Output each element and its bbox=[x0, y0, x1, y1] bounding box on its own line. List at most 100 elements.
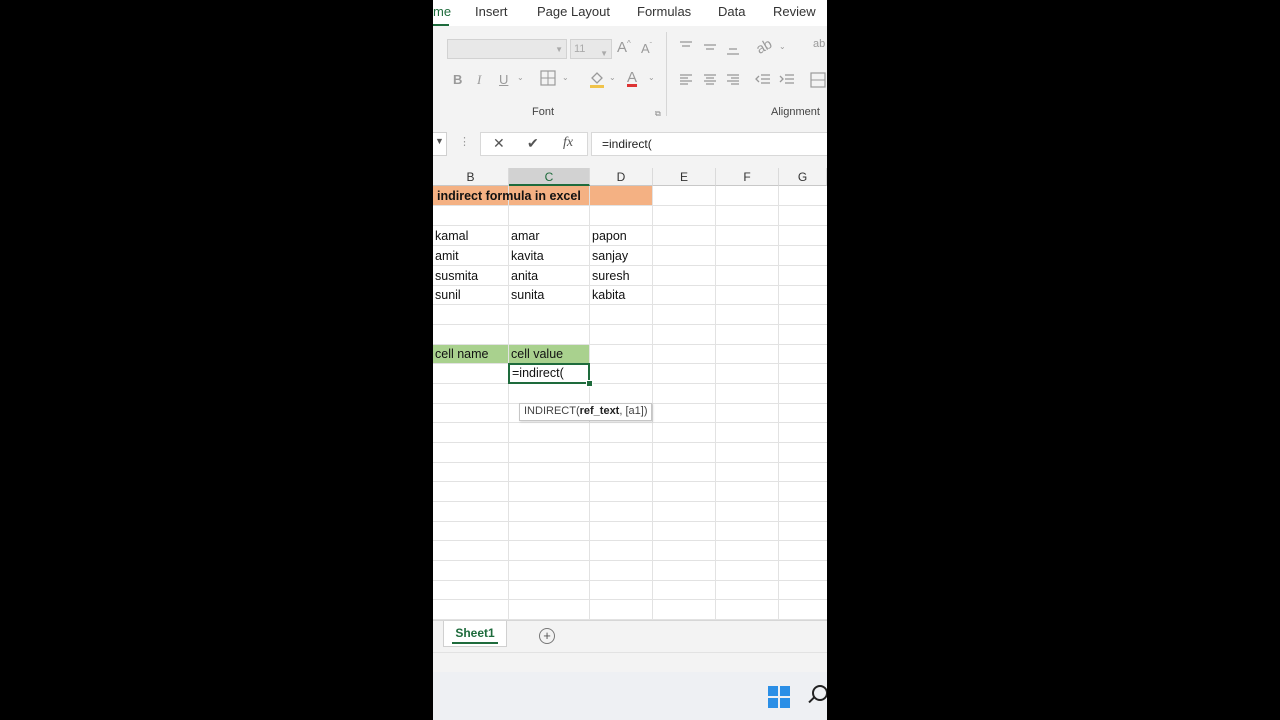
cell-name-header[interactable]: cell name bbox=[433, 344, 489, 364]
column-line bbox=[778, 186, 779, 620]
search-icon[interactable] bbox=[812, 685, 827, 701]
active-cell-text: =indirect( bbox=[512, 366, 564, 380]
row-line bbox=[433, 501, 827, 502]
cell-c6[interactable]: anita bbox=[509, 266, 538, 286]
middle-align-icon[interactable] bbox=[703, 42, 717, 54]
bottom-align-icon[interactable] bbox=[726, 44, 740, 56]
cell-area[interactable]: indirect formula in excel kamal amar pap… bbox=[433, 186, 827, 620]
cell-c4[interactable]: amar bbox=[509, 226, 539, 246]
sheet-tab-sheet1[interactable]: Sheet1 bbox=[443, 621, 507, 647]
formula-bar: ▼ ⋮ ✕ ✔ fx =indirect( bbox=[433, 122, 827, 168]
column-header-b[interactable]: B bbox=[433, 168, 509, 186]
row-line bbox=[433, 560, 827, 561]
sheet-tab-bar: Sheet1 + bbox=[433, 620, 827, 653]
tab-home[interactable]: me bbox=[433, 4, 451, 19]
row-line bbox=[433, 304, 827, 305]
align-right-icon[interactable] bbox=[726, 73, 740, 87]
cell-d6[interactable]: suresh bbox=[590, 266, 630, 286]
function-tooltip[interactable]: INDIRECT(ref_text, [a1]) bbox=[519, 403, 653, 421]
taskbar bbox=[433, 672, 827, 720]
formula-input[interactable]: =indirect( bbox=[591, 132, 827, 156]
name-box[interactable]: ▼ bbox=[433, 132, 447, 156]
row-line bbox=[433, 225, 827, 226]
chevron-down-icon: ▼ bbox=[600, 49, 608, 58]
cell-d5[interactable]: sanjay bbox=[590, 246, 628, 266]
cancel-button[interactable]: ✕ bbox=[493, 135, 505, 152]
font-size-value: 11 bbox=[574, 43, 586, 55]
borders-button[interactable] bbox=[540, 70, 556, 89]
merge-center-icon[interactable] bbox=[810, 72, 826, 88]
chevron-down-icon[interactable]: ⌄ bbox=[779, 42, 786, 51]
enter-button[interactable]: ✔ bbox=[527, 135, 539, 152]
tab-data[interactable]: Data bbox=[718, 4, 745, 19]
worksheet-grid: B C D E F G indirect formula in excel ka… bbox=[433, 168, 827, 620]
underline-button[interactable]: U bbox=[499, 72, 508, 87]
align-center-icon[interactable] bbox=[703, 73, 717, 87]
dialog-launcher-icon[interactable]: ⧉ bbox=[655, 109, 661, 119]
ribbon-tabs: me Insert Page Layout Formulas Data Revi… bbox=[433, 0, 827, 26]
tab-page-layout[interactable]: Page Layout bbox=[537, 4, 610, 19]
decrease-indent-icon[interactable] bbox=[755, 73, 771, 87]
bold-button[interactable]: B bbox=[453, 72, 462, 87]
row-line bbox=[433, 580, 827, 581]
row-line bbox=[433, 324, 827, 325]
cell-c7[interactable]: sunita bbox=[509, 285, 544, 305]
row-line bbox=[433, 481, 827, 482]
row-line bbox=[433, 383, 827, 384]
fill-handle[interactable] bbox=[586, 380, 593, 387]
orientation-icon[interactable]: ab bbox=[753, 35, 774, 57]
title-cell[interactable]: indirect formula in excel bbox=[435, 186, 581, 206]
paint-bucket-icon bbox=[590, 72, 604, 88]
row-line bbox=[433, 521, 827, 522]
column-header-f[interactable]: F bbox=[716, 168, 779, 186]
top-align-icon[interactable] bbox=[679, 40, 693, 52]
cell-b6[interactable]: susmita bbox=[433, 266, 478, 286]
fill-color-button[interactable] bbox=[588, 70, 606, 91]
chevron-down-icon[interactable]: ⌄ bbox=[562, 73, 569, 82]
cell-b4[interactable]: kamal bbox=[433, 226, 468, 246]
wrap-text-icon[interactable]: ab bbox=[813, 39, 825, 50]
tab-review[interactable]: Review bbox=[773, 4, 816, 19]
column-header-e[interactable]: E bbox=[653, 168, 716, 186]
increase-font-size-button[interactable]: A^ bbox=[617, 39, 631, 56]
chevron-down-icon: ▼ bbox=[435, 136, 444, 146]
row-line bbox=[433, 540, 827, 541]
cell-d7[interactable]: kabita bbox=[590, 285, 625, 305]
formula-buttons: ✕ ✔ fx bbox=[480, 132, 588, 156]
alignment-group-label: Alignment bbox=[771, 106, 820, 118]
row-line bbox=[433, 363, 827, 364]
font-group-label: Font bbox=[532, 106, 555, 118]
add-sheet-icon[interactable]: + bbox=[539, 628, 555, 644]
cell-b5[interactable]: amit bbox=[433, 246, 459, 266]
increase-indent-icon[interactable] bbox=[779, 73, 795, 87]
row-line bbox=[433, 442, 827, 443]
active-cell[interactable]: =indirect( bbox=[508, 363, 590, 384]
row-line bbox=[433, 265, 827, 266]
row-line bbox=[433, 245, 827, 246]
column-header-c[interactable]: C bbox=[509, 168, 590, 186]
cell-d4[interactable]: papon bbox=[590, 226, 627, 246]
tab-insert[interactable]: Insert bbox=[475, 4, 508, 19]
chevron-down-icon[interactable]: ⌄ bbox=[648, 73, 655, 82]
column-header-g[interactable]: G bbox=[779, 168, 827, 186]
windows-start-icon[interactable] bbox=[768, 686, 790, 708]
italic-button[interactable]: I bbox=[477, 72, 481, 88]
decrease-font-size-button[interactable]: Aˇ bbox=[641, 41, 652, 56]
status-bar bbox=[433, 652, 827, 673]
cell-b7[interactable]: sunil bbox=[433, 285, 461, 305]
font-color-button[interactable]: A bbox=[627, 69, 637, 86]
font-name-dropdown[interactable]: ▼ bbox=[447, 39, 567, 59]
align-left-icon[interactable] bbox=[679, 73, 693, 87]
row-line bbox=[433, 462, 827, 463]
excel-window: me Insert Page Layout Formulas Data Revi… bbox=[433, 0, 827, 720]
tab-formulas[interactable]: Formulas bbox=[637, 4, 691, 19]
insert-function-button[interactable]: fx bbox=[563, 135, 573, 151]
chevron-down-icon[interactable]: ⌄ bbox=[609, 73, 616, 82]
column-header-d[interactable]: D bbox=[590, 168, 653, 186]
font-size-dropdown[interactable]: 11 ▼ bbox=[570, 39, 612, 59]
cell-c5[interactable]: kavita bbox=[509, 246, 544, 266]
cell-value-header[interactable]: cell value bbox=[509, 344, 563, 364]
chevron-down-icon[interactable]: ⌄ bbox=[517, 73, 524, 82]
resize-handle-icon[interactable]: ⋮ bbox=[459, 135, 470, 148]
ribbon: ▼ 11 ▼ A^ Aˇ B I U ⌄ ⌄ ⌄ A ⌄ Font ⧉ ab ⌄ … bbox=[433, 26, 827, 123]
